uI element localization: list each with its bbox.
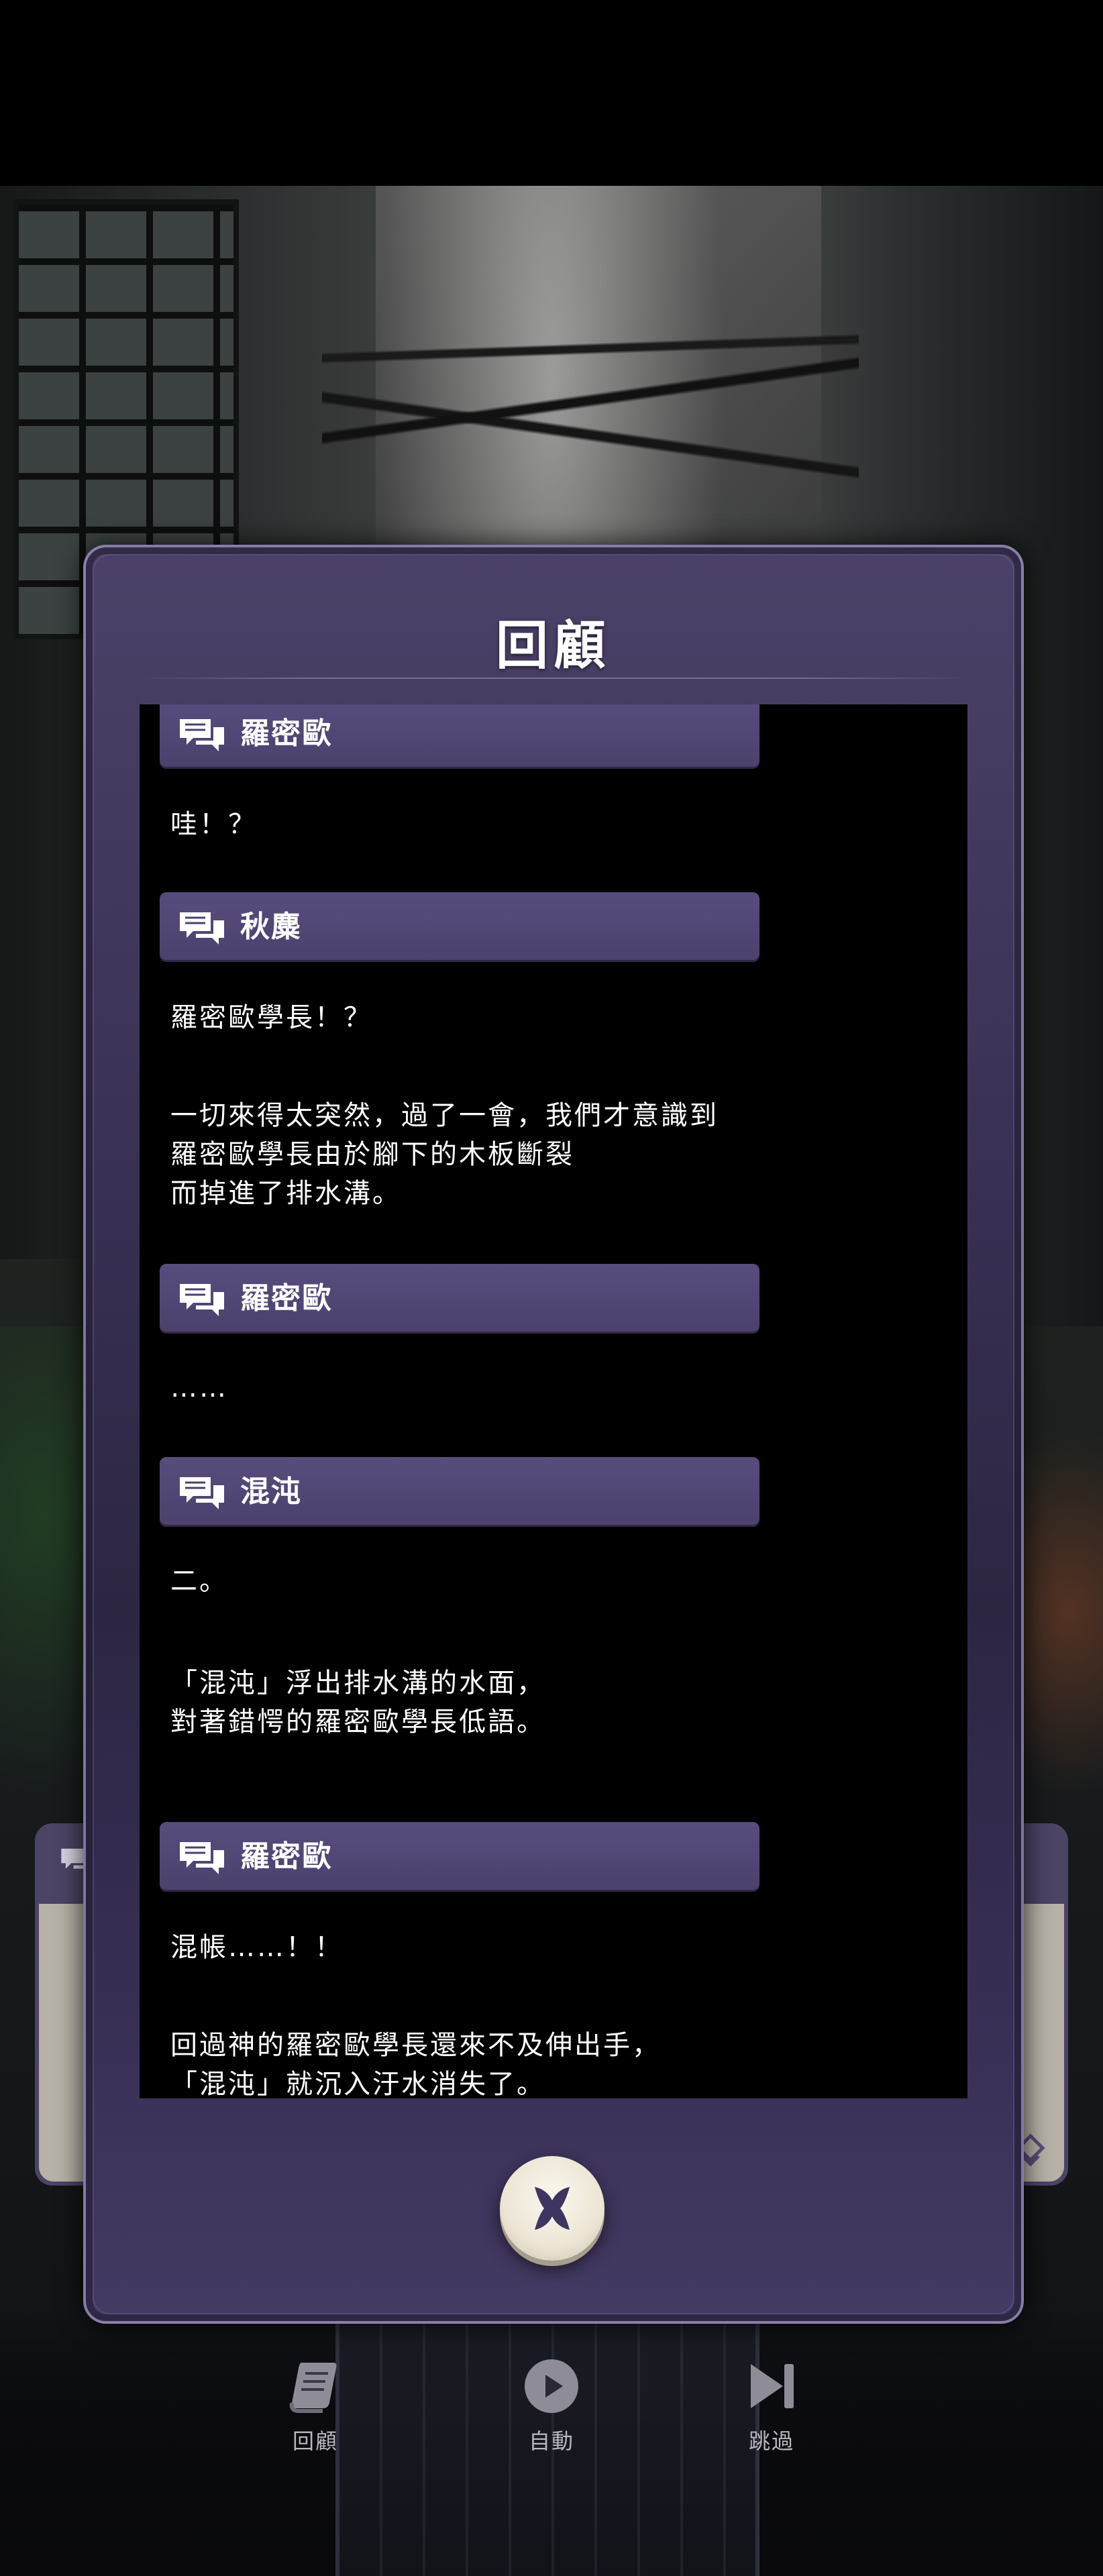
speaker-bar[interactable]: 秋麋 [160, 892, 759, 962]
chat-bubble-icon [180, 719, 224, 751]
log-line: 一切來得太突然，過了一會，我們才意識到 [170, 1100, 719, 1131]
auto-label: 自動 [528, 2428, 574, 2454]
skip-button[interactable]: 跳過 [704, 2356, 839, 2455]
skip-icon [751, 2364, 794, 2408]
scroll-icon [289, 2363, 337, 2413]
speaker-name: 秋麋 [240, 910, 302, 944]
close-button[interactable] [500, 2156, 605, 2261]
log-line: 哇！？ [170, 809, 257, 840]
log-line: 「混沌」就沉入汙水消失了。 [170, 2069, 545, 2098]
log-line: 而掉進了排水溝。 [170, 1178, 401, 1209]
speaker-name: 羅密歐 [240, 716, 333, 751]
log-line: 混帳……！！ [170, 1932, 344, 1963]
log-line: 二。 [170, 1566, 228, 1597]
chat-bubble-icon [180, 912, 224, 945]
backlog-log-area[interactable]: 羅密歐 哇！？ 秋麋 羅密歐學長！？ 一切來得太突然，過了一會，我們才意識到 羅… [140, 704, 967, 2098]
chat-bubble-icon [180, 1842, 224, 1874]
log-line: 羅密歐學長由於腳下的木板斷裂 [170, 1139, 574, 1170]
play-icon [525, 2359, 578, 2413]
backlog-title: 回顧 [495, 616, 611, 676]
speaker-name: 羅密歐 [240, 1839, 333, 1874]
speaker-bar[interactable]: 羅密歐 [160, 1264, 759, 1334]
log-line: 對著錯愕的羅密歐學長低語。 [170, 1707, 545, 1737]
title-divider [140, 678, 967, 679]
skip-label: 跳過 [748, 2428, 794, 2454]
log-line: 「混沌」浮出排水溝的水面， [170, 1668, 545, 1699]
backlog-button[interactable]: 回顧 [248, 2356, 382, 2455]
log-line: 羅密歐學長！？ [170, 1002, 372, 1033]
chat-bubble-icon [180, 1477, 224, 1509]
log-line: …… [170, 1373, 228, 1403]
speaker-bar[interactable]: 混沌 [160, 1457, 759, 1527]
speaker-name: 混沌 [240, 1474, 302, 1509]
speaker-bar[interactable]: 羅密歐 [160, 704, 759, 769]
chat-bubble-icon [180, 1284, 224, 1316]
background-wires [322, 266, 859, 535]
auto-button[interactable]: 自動 [484, 2356, 619, 2455]
backlog-label: 回顧 [292, 2428, 338, 2454]
backlog-panel: 回顧 羅密歐 哇！？ 秋麋 羅密歐學長！？ 一切來得太突然，過了一會，我們才意識… [83, 545, 1024, 2324]
log-line: 回過神的羅密歐學長還來不及伸出手， [170, 2030, 661, 2061]
speaker-bar[interactable]: 羅密歐 [160, 1822, 759, 1892]
bottom-menu: 回顧 自動 跳過 [0, 2308, 1103, 2576]
close-x-icon [535, 2187, 570, 2230]
speaker-name: 羅密歐 [240, 1281, 333, 1316]
